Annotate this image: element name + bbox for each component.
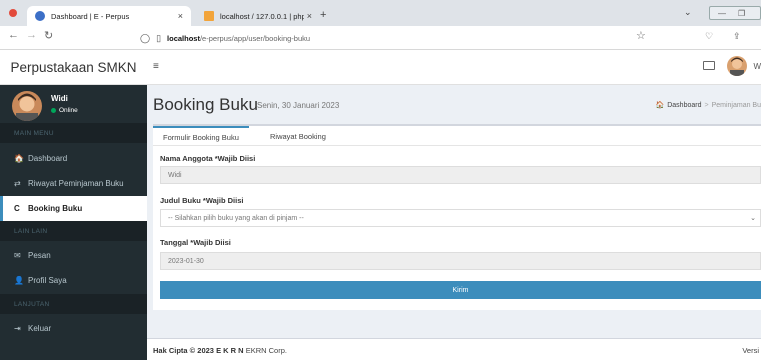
breadcrumb-separator: > <box>704 101 709 109</box>
app-header: Perpustakaan SMKN ≡ W <box>0 50 761 85</box>
sidebar-section-lain-lain: LAIN LAIN <box>0 221 147 241</box>
booking-form-box: Formulir Booking Buku Riwayat Booking Na… <box>153 124 761 310</box>
sidebar-item-profil-saya[interactable]: 👤 Profil Saya <box>0 268 147 293</box>
back-arrow-icon[interactable]: ← <box>8 29 19 41</box>
extensions-icon[interactable]: ⇪ <box>733 31 741 42</box>
sidebar-toggle-icon[interactable]: ≡ <box>153 61 159 72</box>
app-logo[interactable]: Perpustakaan SMKN <box>0 50 147 85</box>
new-tab-button[interactable]: + <box>320 9 326 21</box>
nama-anggota-label: Nama Anggota *Wajib Diisi <box>160 154 256 163</box>
mail-icon[interactable] <box>703 61 715 70</box>
sidebar-item-keluar[interactable]: ⇥ Keluar <box>0 316 147 341</box>
chevron-down-icon: ⌄ <box>750 215 756 222</box>
avatar[interactable] <box>727 56 747 76</box>
sidebar-item-label: Booking Buku <box>28 204 83 213</box>
tab-riwayat-booking[interactable]: Riwayat Booking <box>260 126 336 146</box>
shield-icon: ◯ <box>140 32 151 43</box>
restore-icon[interactable]: ❐ <box>738 9 745 18</box>
user-icon: 👤 <box>14 276 24 285</box>
bookmark-star-icon[interactable]: ☆ <box>636 29 646 42</box>
judul-buku-placeholder: -- Silahkan pilih buku yang akan di pinj… <box>168 214 304 222</box>
tanggal-field[interactable]: 2023-01-30 <box>160 252 761 270</box>
breadcrumb-current: Peminjaman Bu <box>711 101 761 109</box>
phpmyadmin-favicon <box>204 11 214 21</box>
judul-buku-select[interactable]: -- Silahkan pilih buku yang akan di pinj… <box>160 209 761 227</box>
browser-tab-title: localhost / 127.0.0.1 | phpMyAd <box>220 11 304 21</box>
sidebar-section-lanjutan: LANJUTAN <box>0 294 147 314</box>
copyright-name[interactable]: E K R N <box>216 346 244 355</box>
sidebar-item-dashboard[interactable]: 🏠 Dashboard <box>0 146 147 171</box>
minimize-icon[interactable]: — <box>718 9 726 18</box>
copyright-suffix: EKRN Corp. <box>245 346 287 355</box>
exchange-icon: ⇄ <box>14 179 21 188</box>
sidebar-item-booking-buku[interactable]: C Booking Buku <box>0 196 147 221</box>
sidebar-item-riwayat-peminjaman[interactable]: ⇄ Riwayat Peminjaman Buku <box>0 171 147 196</box>
url-path: /e-perpus/app/user/booking-buku <box>199 33 311 43</box>
browser-tab-bar: Dashboard | E - Perpus × localhost / 127… <box>0 0 761 26</box>
content-header: Booking Buku Senin, 30 Januari 2023 🏠 Da… <box>147 85 761 125</box>
footer-version: Versi <box>742 346 759 355</box>
pocket-icon[interactable]: ♡ <box>705 31 713 42</box>
booking-icon: C <box>14 204 20 213</box>
tab-list-dropdown-icon[interactable]: ⌄ <box>684 7 692 18</box>
sidebar-item-label: Riwayat Peminjaman Buku <box>28 179 124 188</box>
nama-anggota-field[interactable]: Widi <box>160 166 761 184</box>
breadcrumb-home[interactable]: Dashboard <box>667 102 701 109</box>
page-favicon <box>35 11 45 21</box>
user-status: Online <box>51 107 78 114</box>
window-controls: — ❐ <box>709 6 761 20</box>
address-bar[interactable]: ◯ ▯ localhost /e-perpus/app/user/booking… <box>140 29 660 47</box>
dashboard-icon: 🏠 <box>655 102 665 109</box>
top-user-name[interactable]: W <box>753 62 761 71</box>
avatar <box>12 91 42 121</box>
tab-formulir-booking[interactable]: Formulir Booking Buku <box>153 126 249 146</box>
kirim-button[interactable]: Kirim <box>160 281 761 299</box>
judul-buku-label: Judul Buku *Wajib Diisi <box>160 196 244 205</box>
user-status-label: Online <box>59 107 78 114</box>
page-title: Booking Buku <box>153 95 258 114</box>
sign-out-icon: ⇥ <box>14 324 21 333</box>
sidebar-item-label: Keluar <box>28 324 52 333</box>
page-icon: ▯ <box>156 32 162 43</box>
form-tabs: Formulir Booking Buku Riwayat Booking <box>153 126 761 146</box>
page-subtitle: Senin, 30 Januari 2023 <box>257 101 340 110</box>
browser-tab-title: Dashboard | E - Perpus <box>51 11 130 21</box>
browser-tab-phpmyadmin[interactable]: localhost / 127.0.0.1 | phpMyAd × <box>196 6 314 26</box>
forward-arrow-icon[interactable]: → <box>26 29 37 41</box>
sidebar-item-pesan[interactable]: ✉ Pesan <box>0 243 147 268</box>
browser-toolbar: ← → ↻ ◯ ▯ localhost /e-perpus/app/user/b… <box>0 26 761 50</box>
breadcrumb: 🏠 Dashboard > Peminjaman Bu <box>655 101 761 110</box>
close-tab-icon[interactable]: × <box>307 11 312 21</box>
user-panel: Widi Online <box>0 85 147 128</box>
online-status-icon <box>51 108 56 113</box>
sidebar-user-name: Widi <box>51 94 68 103</box>
copyright-prefix: Hak Cipta © 2023 <box>153 346 214 355</box>
reload-icon[interactable]: ↻ <box>44 29 53 42</box>
sidebar-item-label: Pesan <box>28 251 51 260</box>
sidebar-section-main-menu: MAIN MENU <box>0 123 147 143</box>
envelope-icon: ✉ <box>14 251 21 260</box>
sidebar-item-label: Profil Saya <box>28 276 67 285</box>
close-tab-icon[interactable]: × <box>178 11 183 21</box>
browser-tab-dashboard[interactable]: Dashboard | E - Perpus × <box>27 6 191 26</box>
footer: Hak Cipta © 2023 E K R N EKRN Corp. Vers… <box>147 338 761 360</box>
url-host: localhost <box>167 33 200 43</box>
footer-copyright: Hak Cipta © 2023 E K R N EKRN Corp. <box>153 346 287 355</box>
browser-menu-icon[interactable] <box>9 9 17 17</box>
sidebar-item-label: Dashboard <box>28 154 68 163</box>
sidebar: Widi Online MAIN MENU 🏠 Dashboard ⇄ Riwa… <box>0 85 147 360</box>
tanggal-label: Tanggal *Wajib Diisi <box>160 238 231 247</box>
home-icon: 🏠 <box>14 154 24 163</box>
